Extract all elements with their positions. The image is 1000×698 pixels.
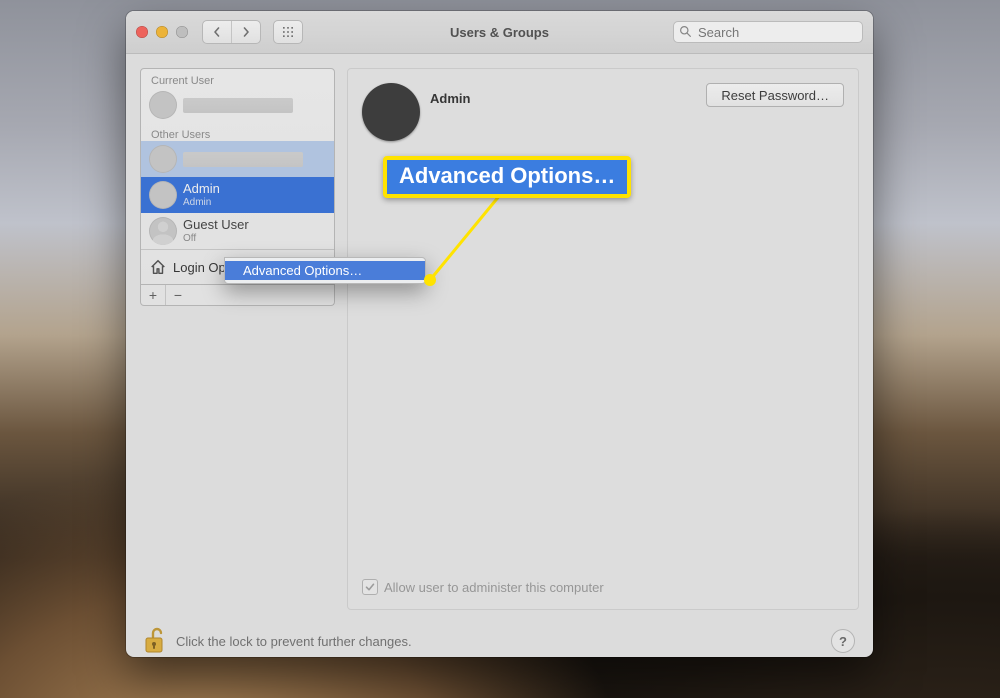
reset-password-label: Reset Password… xyxy=(721,88,829,103)
close-window-button[interactable] xyxy=(136,26,148,38)
user-labels xyxy=(183,98,326,113)
user-role: Admin xyxy=(183,197,220,209)
user-item-guest[interactable]: Guest User Off xyxy=(141,213,334,249)
chevron-left-icon xyxy=(212,27,222,37)
users-and-groups-window: Users & Groups Current User Other Us xyxy=(126,11,873,657)
home-icon xyxy=(149,258,167,276)
administer-label: Allow user to administer this computer xyxy=(384,580,604,595)
user-avatar-large[interactable] xyxy=(362,83,420,141)
section-label-other-users: Other Users xyxy=(141,123,334,141)
nav-back-forward xyxy=(202,20,261,44)
user-labels: Admin Admin xyxy=(183,182,220,208)
back-button[interactable] xyxy=(203,21,232,43)
help-glyph: ? xyxy=(839,634,847,649)
user-item-current[interactable] xyxy=(141,87,334,123)
search-input[interactable] xyxy=(673,21,863,43)
administer-checkbox[interactable] xyxy=(362,579,378,595)
window-controls xyxy=(136,26,188,38)
user-name: Guest User xyxy=(183,218,249,233)
user-status: Off xyxy=(183,233,249,245)
forward-button[interactable] xyxy=(232,21,260,43)
user-item-admin[interactable]: Admin Admin xyxy=(141,177,334,213)
avatar-image xyxy=(149,181,177,209)
user-labels xyxy=(183,152,326,167)
avatar-image xyxy=(149,217,177,245)
add-remove-bar: + − xyxy=(140,285,335,306)
annotation-callout: Advanced Options… xyxy=(383,156,631,198)
menu-item-label: Advanced Options… xyxy=(243,263,362,278)
redacted-name xyxy=(183,152,303,167)
plus-icon: + xyxy=(149,288,157,302)
avatar-image xyxy=(149,91,177,119)
menu-item-advanced-options[interactable]: Advanced Options… xyxy=(225,261,425,280)
lock-icon[interactable] xyxy=(144,627,166,655)
user-detail-panel: Admin Reset Password… Allow user to admi… xyxy=(347,68,859,610)
footer-bar: Click the lock to prevent further change… xyxy=(126,610,873,657)
grid-icon xyxy=(283,27,293,37)
user-item-other-1[interactable] xyxy=(141,141,334,177)
redacted-name xyxy=(183,98,293,113)
sidebar-column: Current User Other Users xyxy=(140,68,335,610)
check-icon xyxy=(365,582,375,592)
show-all-button-group xyxy=(273,20,303,44)
content-area: Current User Other Users xyxy=(126,54,873,610)
user-labels: Guest User Off xyxy=(183,218,249,244)
show-all-prefs-button[interactable] xyxy=(274,21,302,43)
titlebar: Users & Groups xyxy=(126,11,873,54)
user-list: Current User Other Users xyxy=(140,68,335,285)
callout-label: Advanced Options… xyxy=(399,163,615,188)
administer-checkbox-row: Allow user to administer this computer xyxy=(362,579,604,595)
user-display-name: Admin xyxy=(430,91,470,106)
search-field-wrap xyxy=(673,21,863,43)
minus-icon: − xyxy=(174,288,182,302)
reset-password-button[interactable]: Reset Password… xyxy=(706,83,844,107)
user-context-menu: Advanced Options… xyxy=(224,257,426,284)
desktop-background: Users & Groups Current User Other Us xyxy=(0,0,1000,698)
lock-help-text: Click the lock to prevent further change… xyxy=(176,634,412,649)
help-button[interactable]: ? xyxy=(831,629,855,653)
add-user-button[interactable]: + xyxy=(141,285,166,305)
section-label-current-user: Current User xyxy=(141,69,334,87)
minimize-window-button[interactable] xyxy=(156,26,168,38)
chevron-right-icon xyxy=(241,27,251,37)
avatar-image xyxy=(149,145,177,173)
user-name: Admin xyxy=(183,182,220,197)
zoom-window-button[interactable] xyxy=(176,26,188,38)
remove-user-button[interactable]: − xyxy=(166,285,190,305)
